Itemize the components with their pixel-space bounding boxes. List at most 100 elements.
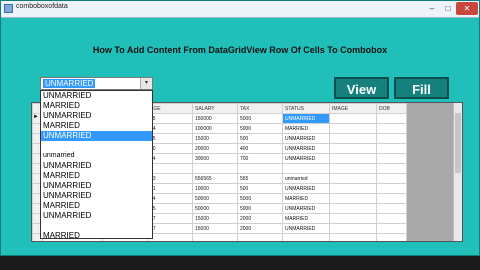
table-cell[interactable]: 500	[237, 183, 283, 194]
table-cell[interactable]: UNMARRIED	[282, 153, 330, 164]
maximize-button[interactable]: □	[440, 2, 456, 15]
table-cell[interactable]	[282, 163, 330, 174]
table-cell[interactable]	[329, 143, 377, 154]
view-button[interactable]: View	[334, 77, 389, 99]
table-cell[interactable]: 150000	[192, 113, 238, 124]
table-cell[interactable]: UNMARRIED	[282, 113, 330, 124]
table-cell[interactable]	[376, 193, 407, 204]
dropdown-item[interactable]: MARRIED	[41, 171, 152, 181]
table-cell[interactable]: 2000	[237, 213, 283, 224]
table-cell[interactable]	[376, 123, 407, 134]
dropdown-item[interactable]: MARRIED	[41, 121, 152, 131]
table-cell[interactable]	[329, 183, 377, 194]
table-cell[interactable]: 2000	[237, 223, 283, 234]
table-cell[interactable]	[376, 233, 407, 241]
table-cell[interactable]	[237, 233, 283, 241]
table-cell[interactable]	[376, 203, 407, 214]
table-cell[interactable]	[282, 233, 330, 241]
table-cell[interactable]	[192, 233, 238, 241]
table-cell[interactable]: 24	[147, 123, 193, 134]
table-cell[interactable]	[329, 193, 377, 204]
table-cell[interactable]: 27	[147, 223, 193, 234]
fill-button[interactable]: Fill	[394, 77, 449, 99]
dropdown-item[interactable]: UNMARRIED	[41, 111, 152, 121]
table-cell[interactable]	[376, 163, 407, 174]
table-cell[interactable]	[376, 213, 407, 224]
table-cell[interactable]: 700	[237, 153, 283, 164]
table-cell[interactable]	[376, 183, 407, 194]
table-cell[interactable]: 50000	[192, 193, 238, 204]
table-cell[interactable]: 25	[147, 203, 193, 214]
table-cell[interactable]	[376, 143, 407, 154]
table-cell[interactable]	[237, 163, 283, 174]
table-cell[interactable]	[329, 173, 377, 184]
dropdown-item[interactable]: MARRIED	[41, 201, 152, 211]
table-cell[interactable]: 15000	[192, 223, 238, 234]
table-cell[interactable]: 24	[147, 193, 193, 204]
table-cell[interactable]: 5000	[237, 123, 283, 134]
combobox-selected-value[interactable]: UNMARRIED	[43, 79, 96, 88]
column-header[interactable]: AGE	[147, 103, 193, 114]
dropdown-item[interactable]: UNMARRIED	[41, 191, 152, 201]
table-cell[interactable]	[376, 113, 407, 124]
status-combobox[interactable]: UNMARRIED ▾	[40, 77, 153, 90]
table-cell[interactable]	[147, 163, 193, 174]
table-cell[interactable]: MARRIED	[282, 213, 330, 224]
table-cell[interactable]: 30000	[192, 153, 238, 164]
table-cell[interactable]: 565	[237, 173, 283, 184]
table-cell[interactable]	[376, 133, 407, 144]
table-cell[interactable]: 43	[147, 173, 193, 184]
table-cell[interactable]: 15000	[192, 133, 238, 144]
table-cell[interactable]: UNMARRIED	[282, 183, 330, 194]
table-cell[interactable]: 20000	[192, 143, 238, 154]
table-cell[interactable]: 5000	[237, 193, 283, 204]
dropdown-item[interactable]: UNMARRIED	[41, 211, 152, 221]
table-cell[interactable]	[147, 233, 193, 241]
column-header[interactable]: DOB	[376, 103, 407, 114]
table-cell[interactable]: 21	[147, 183, 193, 194]
table-cell[interactable]	[329, 163, 377, 174]
column-header[interactable]: IMAGE	[329, 103, 377, 114]
table-cell[interactable]	[329, 223, 377, 234]
table-cell[interactable]	[329, 203, 377, 214]
dropdown-item[interactable]: UNMARRIED	[41, 131, 152, 141]
dropdown-item[interactable]	[41, 141, 152, 151]
title-bar[interactable]: comboboxofdata – □ ✕	[1, 1, 479, 18]
table-cell[interactable]	[329, 153, 377, 164]
column-header[interactable]: SALARY	[192, 103, 238, 114]
table-cell[interactable]	[376, 153, 407, 164]
table-cell[interactable]: 34	[147, 153, 193, 164]
table-cell[interactable]: MARRIED	[282, 193, 330, 204]
close-button[interactable]: ✕	[456, 2, 478, 15]
combobox-dropdown-list[interactable]: UNMARRIED MARRIED UNMARRIED MARRIED UNMARRIE…	[40, 90, 153, 239]
table-cell[interactable]: 27	[147, 213, 193, 224]
dropdown-item[interactable]	[41, 221, 152, 231]
table-cell[interactable]	[329, 133, 377, 144]
table-cell[interactable]: MARRIED	[282, 123, 330, 134]
table-cell[interactable]: 400	[237, 143, 283, 154]
minimize-button[interactable]: –	[424, 2, 440, 15]
table-cell[interactable]	[376, 223, 407, 234]
dropdown-item[interactable]: UNMARRIED	[41, 161, 152, 171]
table-cell[interactable]	[329, 113, 377, 124]
grid-vertical-scrollbar[interactable]	[453, 103, 462, 241]
table-cell[interactable]: unmarried	[282, 173, 330, 184]
table-cell[interactable]	[329, 233, 377, 241]
table-cell[interactable]: UNMARRIED	[282, 223, 330, 234]
dropdown-item[interactable]: MARRIED	[41, 231, 152, 238]
table-cell[interactable]: 10000	[192, 183, 238, 194]
table-cell[interactable]: 15000	[192, 213, 238, 224]
dropdown-item[interactable]: MARRIED	[41, 101, 152, 111]
table-cell[interactable]: 5000	[237, 113, 283, 124]
chevron-down-icon[interactable]: ▾	[140, 78, 152, 89]
table-cell[interactable]: 25	[147, 133, 193, 144]
column-header[interactable]: STATUS	[282, 103, 330, 114]
table-cell[interactable]	[329, 213, 377, 224]
table-cell[interactable]: UNMARRIED	[282, 143, 330, 154]
table-cell[interactable]: 30	[147, 143, 193, 154]
table-cell[interactable]: 5000	[237, 203, 283, 214]
scrollbar-thumb[interactable]	[455, 113, 461, 173]
table-cell[interactable]: 50000	[192, 203, 238, 214]
dropdown-item[interactable]: UNMARRIED	[41, 181, 152, 191]
dropdown-item[interactable]: unmarried	[41, 151, 152, 161]
